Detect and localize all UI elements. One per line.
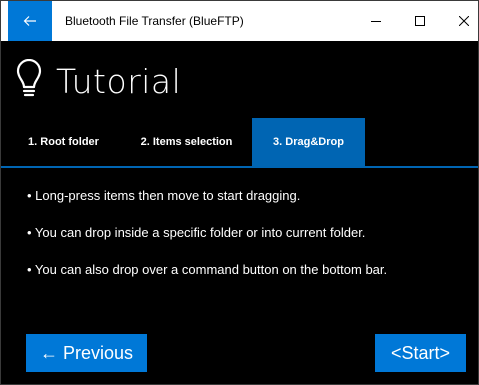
close-button[interactable] (441, 1, 479, 41)
tab-root-folder[interactable]: 1. Root folder (11, 118, 116, 166)
tab-drag-drop[interactable]: 3. Drag&Drop (252, 118, 365, 166)
maximize-button[interactable] (397, 1, 443, 41)
page-header: Tutorial (16, 57, 181, 105)
minimize-button[interactable] (353, 1, 399, 41)
tab-underline (1, 166, 478, 168)
page-title: Tutorial (56, 61, 182, 101)
start-button[interactable]: <Start> (375, 334, 466, 372)
back-arrow-icon (23, 15, 37, 27)
window-title: Bluetooth File Transfer (BlueFTP) (65, 14, 244, 28)
lightbulb-icon (16, 58, 42, 104)
minimize-icon (371, 16, 381, 26)
title-bar: Bluetooth File Transfer (BlueFTP) (1, 1, 478, 41)
list-item: • You can also drop over a command butto… (27, 262, 388, 277)
previous-button[interactable]: ← Previous (26, 334, 147, 372)
close-icon (459, 16, 469, 26)
app-window: Bluetooth File Transfer (BlueFTP) Tutori… (0, 0, 479, 385)
maximize-icon (415, 16, 425, 26)
tab-items-selection[interactable]: 2. Items selection (124, 118, 249, 166)
tutorial-content: • Long-press items then move to start dr… (27, 187, 467, 298)
list-item: • You can drop inside a specific folder … (27, 225, 366, 240)
list-item: • Long-press items then move to start dr… (27, 188, 301, 203)
back-button[interactable] (8, 1, 52, 41)
tab-bar: 1. Root folder 2. Items selection 3. Dra… (1, 118, 478, 166)
